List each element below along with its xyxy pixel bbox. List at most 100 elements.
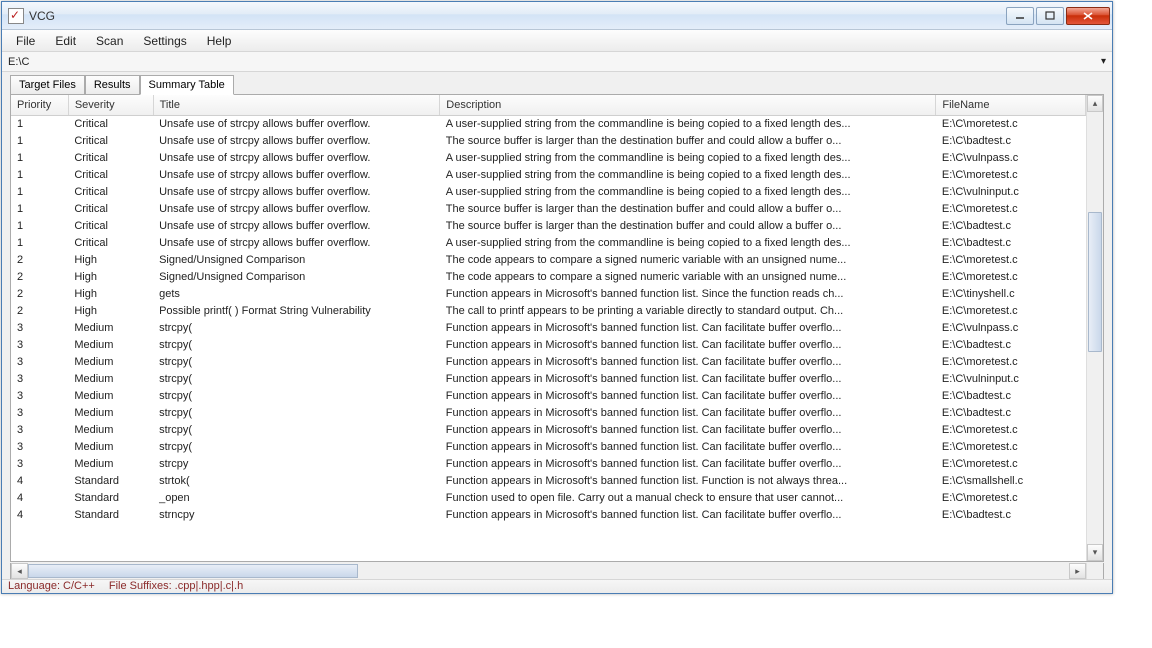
col-severity[interactable]: Severity <box>68 95 153 115</box>
table-row[interactable]: 4Standardstrtok(Function appears in Micr… <box>11 472 1086 489</box>
maximize-button[interactable] <box>1036 7 1064 25</box>
cell-priority: 1 <box>11 217 68 234</box>
table-row[interactable]: 2HighPossible printf( ) Format String Vu… <box>11 302 1086 319</box>
cell-title: Unsafe use of strcpy allows buffer overf… <box>153 183 440 200</box>
menu-scan[interactable]: Scan <box>86 32 133 50</box>
table-row[interactable]: 1CriticalUnsafe use of strcpy allows buf… <box>11 183 1086 200</box>
cell-description: Function appears in Microsoft's banned f… <box>440 319 936 336</box>
table-row[interactable]: 2HighSigned/Unsigned ComparisonThe code … <box>11 251 1086 268</box>
menu-settings[interactable]: Settings <box>133 32 196 50</box>
close-button[interactable] <box>1066 7 1110 25</box>
app-window: VCG File Edit Scan Settings Help E:\C ▾ … <box>1 1 1113 594</box>
col-title[interactable]: Title <box>153 95 440 115</box>
table-row[interactable]: 2HighgetsFunction appears in Microsoft's… <box>11 285 1086 302</box>
cell-description: Function appears in Microsoft's banned f… <box>440 472 936 489</box>
cell-filename: E:\C\vulninput.c <box>936 370 1086 387</box>
cell-filename: E:\C\moretest.c <box>936 268 1086 285</box>
cell-title: strcpy <box>153 455 440 472</box>
table-row[interactable]: 3MediumstrcpyFunction appears in Microso… <box>11 455 1086 472</box>
table-row[interactable]: 4StandardstrncpyFunction appears in Micr… <box>11 506 1086 523</box>
menu-file[interactable]: File <box>6 32 45 50</box>
cell-title: Unsafe use of strcpy allows buffer overf… <box>153 115 440 132</box>
cell-title: strtok( <box>153 472 440 489</box>
cell-filename: E:\C\moretest.c <box>936 200 1086 217</box>
cell-priority: 1 <box>11 166 68 183</box>
cell-title: strcpy( <box>153 336 440 353</box>
titlebar[interactable]: VCG <box>2 2 1112 30</box>
menu-edit[interactable]: Edit <box>45 32 86 50</box>
tab-summary-table[interactable]: Summary Table <box>140 75 234 95</box>
cell-description: The call to printf appears to be printin… <box>440 302 936 319</box>
cell-description: Function used to open file. Carry out a … <box>440 489 936 506</box>
cell-severity: Critical <box>68 149 153 166</box>
hscroll-track[interactable] <box>28 563 1069 579</box>
table-row[interactable]: 3Mediumstrcpy(Function appears in Micros… <box>11 387 1086 404</box>
menu-help[interactable]: Help <box>197 32 242 50</box>
table-row[interactable]: 1CriticalUnsafe use of strcpy allows buf… <box>11 132 1086 149</box>
cell-severity: Medium <box>68 404 153 421</box>
cell-priority: 1 <box>11 115 68 132</box>
cell-description: The source buffer is larger than the des… <box>440 132 936 149</box>
table-row[interactable]: 1CriticalUnsafe use of strcpy allows buf… <box>11 149 1086 166</box>
table-row[interactable]: 3Mediumstrcpy(Function appears in Micros… <box>11 319 1086 336</box>
table-row[interactable]: 2HighSigned/Unsigned ComparisonThe code … <box>11 268 1086 285</box>
cell-priority: 3 <box>11 370 68 387</box>
table-row[interactable]: 3Mediumstrcpy(Function appears in Micros… <box>11 370 1086 387</box>
cell-priority: 3 <box>11 404 68 421</box>
app-icon <box>8 8 24 24</box>
summary-table[interactable]: Priority Severity Title Description File… <box>11 95 1086 523</box>
table-header-row: Priority Severity Title Description File… <box>11 95 1086 115</box>
cell-title: Signed/Unsigned Comparison <box>153 251 440 268</box>
cell-priority: 3 <box>11 319 68 336</box>
col-priority[interactable]: Priority <box>11 95 68 115</box>
cell-priority: 1 <box>11 200 68 217</box>
scroll-left-arrow-icon[interactable]: ◂ <box>11 563 28 579</box>
cell-priority: 3 <box>11 336 68 353</box>
cell-title: gets <box>153 285 440 302</box>
cell-priority: 3 <box>11 421 68 438</box>
table-row[interactable]: 1CriticalUnsafe use of strcpy allows buf… <box>11 217 1086 234</box>
cell-filename: E:\C\badtest.c <box>936 506 1086 523</box>
cell-filename: E:\C\smallshell.c <box>936 472 1086 489</box>
cell-filename: E:\C\moretest.c <box>936 115 1086 132</box>
cell-filename: E:\C\badtest.c <box>936 336 1086 353</box>
table-row[interactable]: 3Mediumstrcpy(Function appears in Micros… <box>11 438 1086 455</box>
scroll-right-arrow-icon[interactable]: ▸ <box>1069 563 1086 579</box>
scroll-up-arrow-icon[interactable]: ▴ <box>1087 95 1103 112</box>
table-row[interactable]: 1CriticalUnsafe use of strcpy allows buf… <box>11 234 1086 251</box>
hscroll-thumb[interactable] <box>28 564 358 578</box>
table-row[interactable]: 1CriticalUnsafe use of strcpy allows buf… <box>11 200 1086 217</box>
scroll-down-arrow-icon[interactable]: ▾ <box>1087 544 1103 561</box>
tabbar: Target Files Results Summary Table <box>2 72 1112 94</box>
cell-description: Function appears in Microsoft's banned f… <box>440 421 936 438</box>
table-row[interactable]: 3Mediumstrcpy(Function appears in Micros… <box>11 353 1086 370</box>
col-filename[interactable]: FileName <box>936 95 1086 115</box>
cell-priority: 2 <box>11 268 68 285</box>
cell-severity: Medium <box>68 455 153 472</box>
cell-description: The code appears to compare a signed num… <box>440 268 936 285</box>
cell-filename: E:\C\moretest.c <box>936 421 1086 438</box>
cell-severity: Critical <box>68 166 153 183</box>
cell-priority: 3 <box>11 387 68 404</box>
cell-title: Unsafe use of strcpy allows buffer overf… <box>153 132 440 149</box>
tab-target-files[interactable]: Target Files <box>10 75 85 95</box>
table-row[interactable]: 3Mediumstrcpy(Function appears in Micros… <box>11 421 1086 438</box>
cell-title: Unsafe use of strcpy allows buffer overf… <box>153 200 440 217</box>
table-row[interactable]: 4Standard_openFunction used to open file… <box>11 489 1086 506</box>
table-row[interactable]: 1CriticalUnsafe use of strcpy allows buf… <box>11 115 1086 132</box>
table-row[interactable]: 3Mediumstrcpy(Function appears in Micros… <box>11 404 1086 421</box>
chevron-down-icon: ▾ <box>1101 56 1106 67</box>
cell-filename: E:\C\vulnpass.c <box>936 149 1086 166</box>
minimize-button[interactable] <box>1006 7 1034 25</box>
tab-results[interactable]: Results <box>85 75 140 95</box>
vertical-scrollbar[interactable]: ▴ ▾ <box>1086 95 1103 561</box>
cell-filename: E:\C\vulninput.c <box>936 183 1086 200</box>
table-row[interactable]: 1CriticalUnsafe use of strcpy allows buf… <box>11 166 1086 183</box>
scroll-track[interactable] <box>1087 112 1103 544</box>
col-description[interactable]: Description <box>440 95 936 115</box>
path-dropdown[interactable]: E:\C ▾ <box>2 52 1112 72</box>
scroll-thumb[interactable] <box>1088 212 1102 352</box>
table-row[interactable]: 3Mediumstrcpy(Function appears in Micros… <box>11 336 1086 353</box>
horizontal-scrollbar[interactable]: ◂ ▸ <box>10 563 1104 580</box>
cell-description: Function appears in Microsoft's banned f… <box>440 370 936 387</box>
